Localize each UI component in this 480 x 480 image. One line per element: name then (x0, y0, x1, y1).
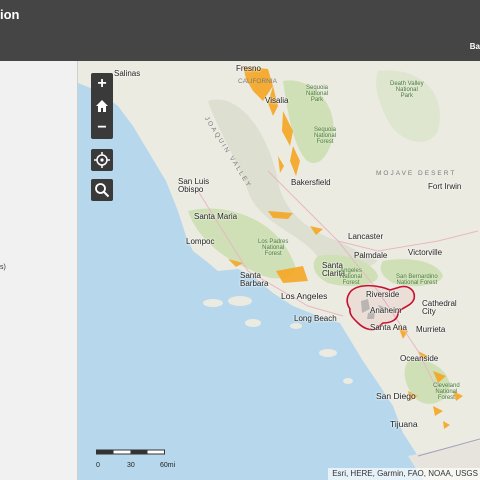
label-bakersfield: Bakersfield (291, 178, 331, 187)
label-santa-ana: Santa Ana (370, 323, 407, 332)
zoom-out-button[interactable]: − (91, 117, 113, 139)
label-mojave-desert: MOJAVE DESERT (376, 170, 457, 177)
label-cleveland-forest: Cleveland National Forest (433, 383, 460, 401)
label-santa-maria: Santa Maria (194, 212, 238, 221)
basemap (78, 61, 480, 480)
label-tijuana: Tijuana (390, 419, 418, 429)
island (228, 296, 252, 306)
island (319, 349, 337, 357)
label-palmdale: Palmdale (354, 251, 388, 260)
app-title: ion (0, 7, 20, 22)
island (245, 319, 261, 327)
label-death-valley: Death Valley National Park (390, 81, 424, 99)
map-attribution: Esri, HERE, Garmin, FAO, NOAA, USGS (328, 468, 480, 480)
label-visalia: Visalia (265, 96, 289, 105)
island (290, 323, 302, 329)
label-victorville: Victorville (408, 248, 443, 257)
scale-label-0: 0 (96, 462, 100, 469)
label-cathedral-city: Cathedral City (422, 299, 457, 316)
label-california: CALIFORNIA (238, 78, 278, 85)
scale-label-60: 60mi (160, 462, 176, 469)
label-murrieta: Murrieta (416, 325, 446, 334)
label-santa-barbara: Santa Barbara (240, 271, 269, 288)
label-long-beach: Long Beach (294, 314, 337, 323)
scale-bar: 0 30 60mi (96, 444, 186, 472)
home-button[interactable] (91, 95, 113, 117)
label-salinas: Salinas (114, 69, 141, 78)
label-angeles-forest: Angeles National Forest (340, 268, 363, 286)
app-header: ion Ba (0, 0, 480, 61)
zoom-controls: + − (91, 73, 113, 139)
island (203, 299, 223, 307)
label-san-luis-obispo: San Luis Obispo (178, 177, 210, 194)
locate-button[interactable] (91, 149, 113, 171)
label-san-bernardino-forest: San Bernardino National Forest (396, 274, 438, 286)
label-lompoc: Lompoc (186, 237, 215, 246)
label-sequoia-forest: Sequoia National Forest (314, 127, 337, 145)
label-los-angeles: Los Angeles (281, 291, 328, 301)
locate-icon (94, 152, 110, 168)
label-oceanside: Oceanside (400, 354, 439, 363)
home-icon (96, 100, 108, 112)
label-los-padres: Los Padres National Forest (258, 239, 289, 257)
header-right-text: Ba (469, 42, 480, 51)
label-riverside: Riverside (366, 290, 400, 299)
label-san-diego: San Diego (376, 391, 416, 401)
search-button[interactable] (91, 179, 113, 201)
label-lancaster: Lancaster (348, 232, 384, 241)
label-anaheim: Anaheim (370, 306, 402, 315)
label-sequoia-park: Sequoia National Park (306, 85, 329, 103)
side-panel: s) (0, 61, 78, 480)
side-panel-text: s) (0, 264, 6, 271)
label-fresno: Fresno (236, 64, 261, 73)
zoom-in-button[interactable]: + (91, 73, 113, 95)
label-fort-irwin: Fort Irwin (428, 182, 462, 191)
scale-label-30: 30 (127, 462, 135, 469)
scale-bar-graphic (96, 449, 165, 455)
search-icon (95, 183, 110, 198)
island (343, 378, 353, 384)
map-view[interactable]: Salinas Fresno CALIFORNIA Visalia Sequoi… (78, 61, 480, 480)
